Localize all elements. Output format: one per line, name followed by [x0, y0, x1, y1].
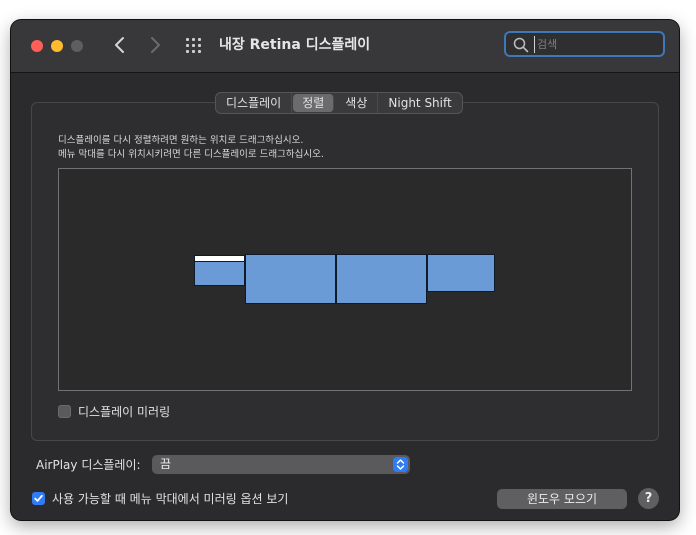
tab-arrangement[interactable]: 정렬 [293, 94, 335, 112]
display-2[interactable] [245, 254, 336, 304]
instruction-line-1: 디스플레이를 다시 정렬하려면 원하는 위치로 드래그하십시오. [58, 135, 304, 146]
tab-night-shift[interactable]: Night Shift [378, 93, 461, 113]
display-arrangement-area [58, 168, 632, 391]
menu-bar-indicator[interactable] [195, 256, 244, 262]
airplay-selected-value: 끔 [160, 457, 172, 471]
show-mirroring-options-label: 사용 가능할 때 메뉴 막대에서 미러링 옵션 보기 [52, 491, 289, 506]
zoom-window-button[interactable] [71, 40, 83, 52]
chevron-left-icon [115, 37, 124, 53]
airplay-row: AirPlay 디스플레이: [36, 454, 141, 474]
gather-windows-button[interactable]: 윈도우 모으기 [497, 489, 627, 509]
show-all-button[interactable] [186, 38, 204, 54]
mirror-displays-label: 디스플레이 미러링 [78, 404, 171, 419]
instruction-line-2: 메뉴 막대를 다시 위치시키려면 다른 디스플레이로 드래그하십시오. [58, 149, 324, 160]
display-4[interactable] [427, 254, 495, 292]
mirroring-row: 디스플레이 미러링 [58, 403, 170, 419]
airplay-label: AirPlay 디스플레이: [36, 457, 141, 472]
search-icon [513, 37, 529, 53]
display-main[interactable] [194, 255, 245, 286]
tab-bar: 디스플레이 정렬 색상 Night Shift [215, 92, 463, 114]
display-3[interactable] [336, 254, 427, 304]
title-bar: 내장 Retina 디스플레이 [11, 20, 679, 73]
show-mirroring-options-checkbox[interactable] [32, 491, 45, 505]
arrangement-instructions: 디스플레이를 다시 정렬하려면 원하는 위치로 드래그하십시오. 메뉴 막대를 … [58, 134, 324, 162]
mirror-displays-checkbox[interactable] [58, 404, 71, 418]
search-input[interactable] [534, 36, 657, 53]
airplay-popup[interactable]: 끔 [152, 455, 410, 474]
tab-display[interactable]: 디스플레이 [216, 93, 293, 113]
search-field[interactable] [504, 31, 665, 57]
preferences-window: 내장 Retina 디스플레이 디스플레이 정렬 색상 Night Shift … [11, 20, 679, 520]
chevron-right-icon [151, 37, 160, 53]
updown-arrows-icon [393, 457, 408, 472]
help-button[interactable]: ? [638, 488, 659, 509]
forward-button[interactable] [143, 32, 167, 58]
checkmark-icon [34, 494, 43, 502]
back-button[interactable] [108, 32, 132, 58]
window-title: 내장 Retina 디스플레이 [219, 37, 371, 53]
tab-color[interactable]: 색상 [335, 93, 379, 113]
menu-bar-option-row: 사용 가능할 때 메뉴 막대에서 미러링 옵션 보기 [32, 489, 288, 507]
minimize-window-button[interactable] [51, 40, 63, 52]
close-window-button[interactable] [31, 40, 43, 52]
